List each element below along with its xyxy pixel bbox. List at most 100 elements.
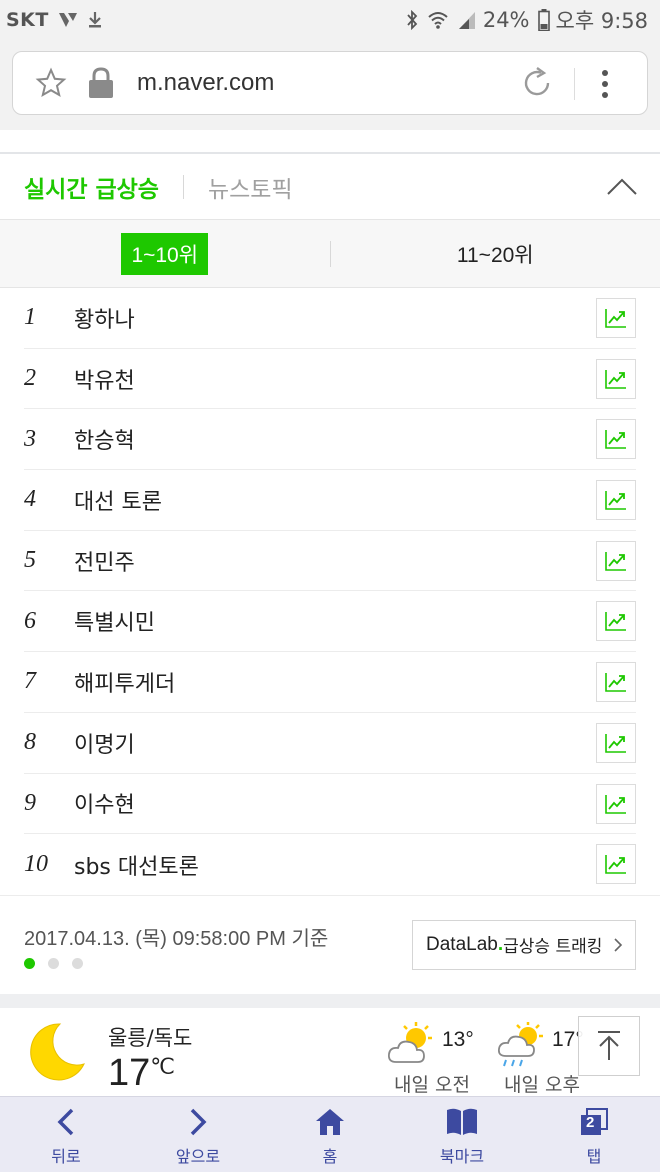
- trend-chart-icon: [605, 430, 626, 450]
- battery-icon: [537, 9, 550, 31]
- rank-keyword[interactable]: 전민주: [74, 545, 135, 577]
- tab-news-topic[interactable]: 뉴스토픽: [208, 170, 293, 204]
- scroll-to-top-button[interactable]: [578, 1016, 640, 1076]
- rank-keyword[interactable]: 대선 토론: [74, 484, 162, 516]
- address-bar[interactable]: m.naver.com: [12, 51, 648, 115]
- rank-row[interactable]: 8 이명기: [24, 713, 636, 774]
- rank-row[interactable]: 5 전민주: [24, 531, 636, 592]
- clock: 오후 9:58: [555, 9, 648, 33]
- rank-row[interactable]: 9 이수현: [24, 774, 636, 835]
- trend-chart-icon: [605, 309, 626, 328]
- range-11-20-button[interactable]: 11~20위: [457, 239, 534, 269]
- reload-icon[interactable]: [520, 66, 554, 100]
- forward-button[interactable]: 앞으로: [132, 1097, 264, 1172]
- rank-row[interactable]: 10 sbs 대선토론: [24, 834, 636, 895]
- rank-keyword[interactable]: 이수현: [74, 787, 135, 819]
- forecast-label: 내일 오전: [394, 1074, 470, 1096]
- datalab-label: 급상승 트래킹: [503, 937, 603, 958]
- tabs-label: 탭: [586, 1147, 602, 1166]
- realtime-footer: 2017.04.13. (목) 09:58:00 PM 기준 DataLab. …: [0, 894, 660, 995]
- weather-location: 울릉/독도: [108, 1026, 193, 1050]
- bookmark-button[interactable]: 북마크: [396, 1097, 528, 1172]
- trend-chart-button[interactable]: [596, 419, 636, 460]
- chevron-up-icon: [607, 178, 637, 195]
- trend-chart-icon: [605, 794, 626, 814]
- rank-number: 6: [24, 607, 36, 634]
- page-dot-active[interactable]: [24, 957, 35, 969]
- rank-row[interactable]: 6 특별시민: [24, 591, 636, 653]
- signal-icon: [457, 10, 477, 30]
- rank-keyword[interactable]: sbs 대선토론: [74, 849, 199, 881]
- carrier-label: SKT: [6, 9, 49, 31]
- carrier-logo-icon: [57, 11, 79, 29]
- rank-row[interactable]: 3 한승혁: [24, 409, 636, 471]
- status-bar: SKT 24% 오후 9:58: [0, 0, 660, 40]
- forecast-label: 내일 오후: [504, 1074, 580, 1096]
- tab-realtime[interactable]: 실시간 급상승: [24, 170, 159, 204]
- page-indicator: [24, 957, 96, 969]
- range-1-10-button[interactable]: 1~10위: [121, 232, 209, 275]
- forward-label: 앞으로: [175, 1147, 221, 1166]
- trend-chart-icon: [605, 551, 626, 571]
- realtime-search-section: 실시간 급상승 뉴스토픽 1~10위 11~20위 1 황하나 2 박유천 3 한승혁 4 대…: [0, 152, 660, 995]
- lock-icon: [87, 66, 115, 100]
- rank-number: 1: [24, 304, 36, 331]
- trend-chart-icon: [605, 733, 626, 753]
- rank-row[interactable]: 2 박유천: [24, 349, 636, 410]
- page-dot[interactable]: [72, 957, 83, 969]
- arrow-up-icon: [598, 1031, 620, 1060]
- back-button[interactable]: 뒤로: [0, 1097, 132, 1172]
- rank-keyword[interactable]: 이명기: [74, 727, 135, 759]
- rank-row[interactable]: 1 황하나: [24, 288, 636, 349]
- toolbar-divider: [574, 68, 575, 100]
- more-menu-icon[interactable]: [599, 67, 611, 101]
- rank-row[interactable]: 7 해피투게더: [24, 652, 636, 713]
- rank-keyword[interactable]: 박유천: [74, 363, 135, 395]
- battery-percent: 24%: [482, 8, 530, 32]
- rank-keyword[interactable]: 한승혁: [74, 423, 135, 455]
- home-button[interactable]: 홈: [264, 1097, 396, 1172]
- collapse-button[interactable]: [604, 172, 640, 202]
- moon-icon: [24, 1020, 88, 1088]
- download-icon: [87, 11, 103, 29]
- trend-chart-icon: [605, 673, 626, 692]
- star-bookmark-icon[interactable]: [35, 67, 67, 99]
- trend-chart-icon: [605, 612, 626, 632]
- clipped-content-line: [0, 130, 660, 152]
- rank-row[interactable]: 4 대선 토론: [24, 470, 636, 531]
- trend-chart-button[interactable]: [596, 480, 636, 521]
- trend-chart-button[interactable]: [596, 298, 636, 338]
- rank-number: 10: [24, 851, 48, 878]
- tab-count: 2: [586, 1114, 595, 1131]
- trend-chart-icon: [605, 369, 626, 389]
- trend-chart-button[interactable]: [596, 358, 636, 399]
- rank-keyword[interactable]: 특별시민: [74, 605, 155, 637]
- trend-chart-button[interactable]: [596, 662, 636, 703]
- datalab-tracking-button[interactable]: DataLab. 급상승 트래킹: [412, 919, 636, 970]
- book-icon: [445, 1105, 479, 1139]
- temp-unit: ℃: [150, 1054, 175, 1079]
- rank-number: 9: [24, 789, 36, 816]
- rank-number: 4: [24, 486, 36, 513]
- home-label: 홈: [322, 1147, 338, 1166]
- trend-chart-icon: [605, 491, 626, 510]
- weather-widget[interactable]: 울릉/독도 17℃ 13° 내일 오전 17° 내일 오후: [0, 1008, 660, 1096]
- rank-keyword[interactable]: 황하나: [74, 302, 135, 334]
- home-icon: [315, 1105, 345, 1139]
- timestamp: 2017.04.13. (목) 09:58:00 PM 기준: [24, 927, 329, 950]
- trend-chart-button[interactable]: [596, 601, 636, 642]
- section-gap: [0, 994, 660, 1008]
- trend-chart-button[interactable]: [596, 540, 636, 581]
- rank-keyword[interactable]: 해피투게더: [74, 666, 175, 698]
- trend-chart-button[interactable]: [596, 722, 636, 763]
- trend-chart-button[interactable]: [596, 844, 636, 885]
- rank-number: 8: [24, 729, 36, 756]
- url-text[interactable]: m.naver.com: [137, 69, 274, 97]
- chevron-right-icon: [613, 937, 623, 953]
- page-dot[interactable]: [48, 957, 59, 969]
- chevron-left-icon: [55, 1105, 77, 1139]
- tabs-button[interactable]: 2 탭: [528, 1097, 660, 1172]
- rank-number: 3: [24, 425, 36, 452]
- bluetooth-icon: [405, 10, 419, 30]
- trend-chart-button[interactable]: [596, 783, 636, 824]
